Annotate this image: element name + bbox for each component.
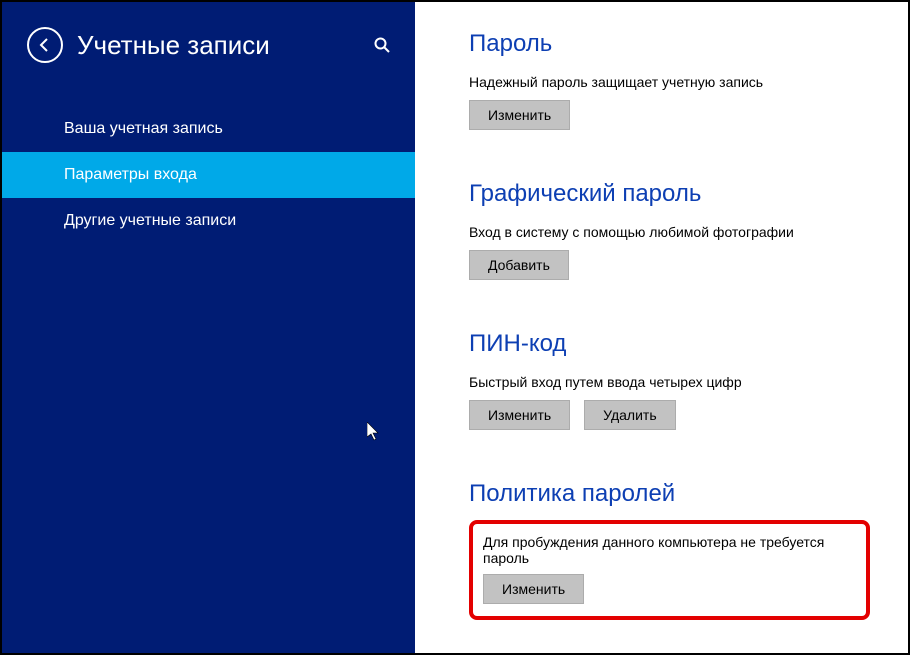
page-title: Учетные записи bbox=[77, 30, 369, 61]
sidebar-item-label: Параметры входа bbox=[64, 166, 197, 183]
mouse-cursor-icon bbox=[367, 422, 383, 447]
section-title: ПИН-код bbox=[469, 330, 870, 358]
section-title: Графический пароль bbox=[469, 180, 870, 208]
sidebar-header: Учетные записи bbox=[2, 2, 415, 88]
sidebar-item-other-accounts[interactable]: Другие учетные записи bbox=[2, 198, 415, 244]
change-policy-button[interactable]: Изменить bbox=[483, 574, 584, 604]
delete-pin-button[interactable]: Удалить bbox=[584, 400, 675, 430]
add-picture-password-button[interactable]: Добавить bbox=[469, 250, 569, 280]
section-title: Пароль bbox=[469, 30, 870, 58]
section-desc: Быстрый вход путем ввода четырех цифр bbox=[469, 374, 870, 390]
sidebar-nav: Ваша учетная запись Параметры входа Друг… bbox=[2, 106, 415, 244]
sidebar-item-signin-options[interactable]: Параметры входа bbox=[2, 152, 415, 198]
change-password-button[interactable]: Изменить bbox=[469, 100, 570, 130]
search-button[interactable] bbox=[369, 32, 395, 58]
section-desc: Надежный пароль защищает учетную запись bbox=[469, 74, 870, 90]
sidebar-item-label: Ваша учетная запись bbox=[64, 120, 223, 137]
change-pin-button[interactable]: Изменить bbox=[469, 400, 570, 430]
section-pin: ПИН-код Быстрый вход путем ввода четырех… bbox=[469, 330, 870, 430]
section-picture-password: Графический пароль Вход в систему с помо… bbox=[469, 180, 870, 280]
back-button[interactable] bbox=[27, 27, 63, 63]
section-desc: Вход в систему с помощью любимой фотогра… bbox=[469, 224, 870, 240]
section-password-policy: Политика паролей Для пробуждения данного… bbox=[469, 480, 870, 620]
sidebar: Учетные записи Ваша учетная запись Парам… bbox=[2, 2, 415, 653]
section-title: Политика паролей bbox=[469, 480, 870, 508]
section-desc: Для пробуждения данного компьютера не тр… bbox=[483, 534, 856, 566]
content-pane: Пароль Надежный пароль защищает учетную … bbox=[415, 2, 908, 653]
arrow-left-icon bbox=[36, 36, 54, 54]
highlight-box: Для пробуждения данного компьютера не тр… bbox=[469, 520, 870, 620]
sidebar-item-label: Другие учетные записи bbox=[64, 212, 236, 229]
sidebar-item-your-account[interactable]: Ваша учетная запись bbox=[2, 106, 415, 152]
search-icon bbox=[373, 36, 391, 54]
section-password: Пароль Надежный пароль защищает учетную … bbox=[469, 30, 870, 130]
